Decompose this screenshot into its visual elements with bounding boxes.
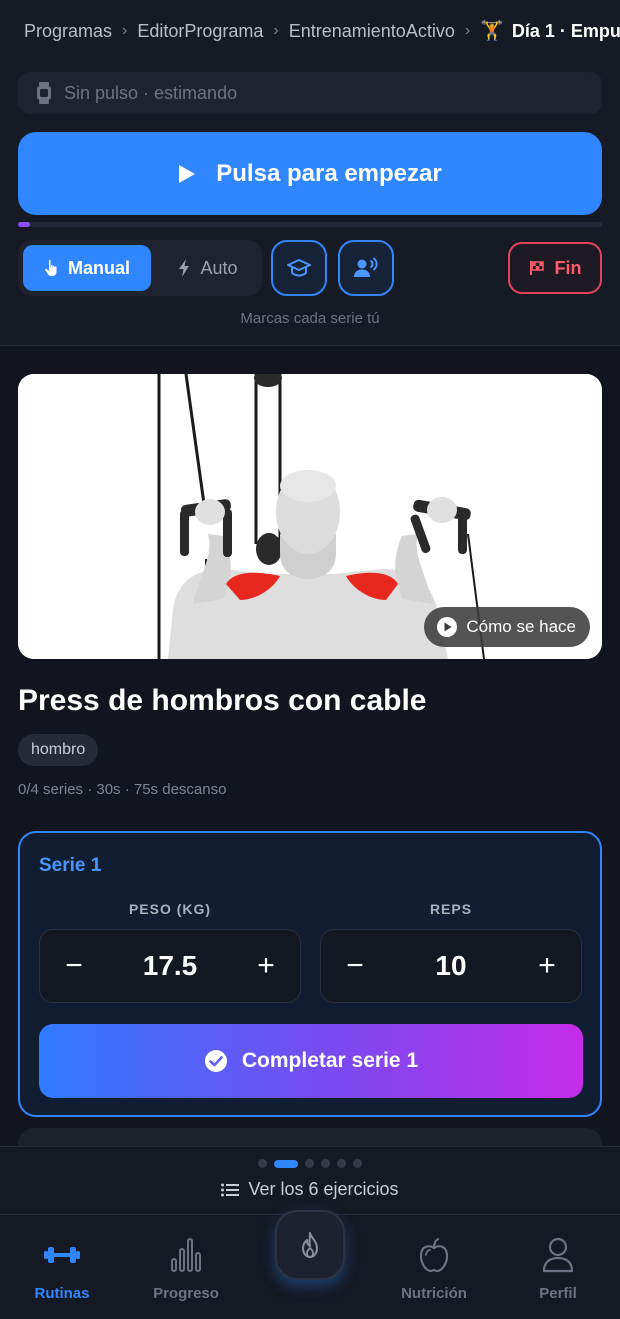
reps-label: REPS [429, 901, 473, 917]
weight-increment-button[interactable]: + [234, 930, 298, 1002]
checkered-flag-icon [529, 260, 545, 276]
play-icon [178, 164, 196, 184]
mode-hint: Marcas cada serie tú [240, 310, 380, 327]
breadcrumb-separator: › [122, 22, 128, 39]
reps-value[interactable]: 10 [385, 930, 517, 1002]
set-title: Serie 1 [39, 855, 102, 876]
mode-manual-button[interactable]: Manual [23, 245, 151, 291]
finish-label: Fin [554, 257, 582, 278]
tab-progreso[interactable]: Progreso [131, 1235, 241, 1302]
set-card: Serie 1 PESO (KG) REPS − 17.5 + − 10 + C… [18, 831, 602, 1117]
check-circle-icon [204, 1049, 228, 1073]
flame-icon [299, 1231, 321, 1259]
complete-set-button[interactable]: Completar serie 1 [39, 1024, 583, 1098]
reps-stepper: − 10 + [320, 929, 582, 1003]
exercise-pager-dots [0, 1159, 620, 1168]
see-all-label: Ver los 6 ejercicios [248, 1179, 399, 1199]
exercise-meta: 0/4 series · 30s · 75s descanso [18, 781, 227, 798]
tab-progreso-label: Progreso [153, 1285, 219, 1302]
weight-value[interactable]: 17.5 [104, 930, 236, 1002]
pager-dot[interactable] [353, 1159, 362, 1168]
how-to-label: Cómo se hace [466, 617, 576, 636]
bar-chart-icon [170, 1235, 202, 1275]
tab-perfil-label: Perfil [539, 1285, 577, 1302]
watch-icon [36, 82, 52, 104]
dumbbell-icon [43, 1235, 81, 1275]
weight-decrement-button[interactable]: − [42, 930, 106, 1002]
see-all-exercises-button[interactable]: Ver los 6 ejercicios [0, 1179, 620, 1200]
finish-workout-button[interactable]: Fin [508, 242, 602, 294]
weightlifter-icon: 🏋 [480, 21, 504, 42]
breadcrumb-item-entrenamiento[interactable]: EntrenamientoActivo [289, 21, 455, 42]
pager-dot[interactable] [321, 1159, 330, 1168]
reps-increment-button[interactable]: + [515, 930, 579, 1002]
breadcrumb-item-programas[interactable]: Programas [24, 21, 112, 42]
coach-tips-button[interactable] [271, 240, 327, 296]
breadcrumb-separator: › [273, 22, 279, 39]
exercise-navigation: Ver los 6 ejercicios [0, 1146, 620, 1214]
weight-stepper: − 17.5 + [39, 929, 301, 1003]
pager-dot[interactable] [305, 1159, 314, 1168]
user-icon [542, 1235, 574, 1275]
graduation-cap-icon [287, 258, 311, 278]
complete-set-label: Completar serie 1 [241, 1049, 419, 1072]
session-progress-fill [18, 222, 30, 227]
mode-auto-button[interactable]: Auto [158, 245, 258, 291]
breadcrumb-current: Día 1 · Empuje [511, 20, 620, 41]
weight-label: PESO (KG) [128, 901, 212, 917]
pager-dot[interactable] [258, 1159, 267, 1168]
pulse-status-text: Sin pulso · estimando [64, 82, 238, 103]
tab-nutricion[interactable]: Nutrición [379, 1235, 489, 1302]
tab-rutinas-label: Rutinas [34, 1285, 90, 1302]
mode-auto-label: Auto [200, 257, 238, 278]
mode-toggle: Manual Auto [18, 240, 262, 296]
mode-manual-label: Manual [67, 257, 130, 278]
muscle-tag: hombro [18, 734, 99, 766]
reps-decrement-button[interactable]: − [323, 930, 387, 1002]
lightning-icon [178, 259, 190, 277]
play-circle-icon [436, 616, 458, 638]
breadcrumb-item-editor[interactable]: EditorPrograma [137, 21, 263, 42]
how-to-button[interactable]: Cómo se hace [424, 607, 590, 647]
tab-perfil[interactable]: Perfil [503, 1235, 613, 1302]
center-action-button[interactable] [275, 1210, 345, 1280]
tap-hand-icon [44, 259, 58, 277]
voice-coach-button[interactable] [338, 240, 394, 296]
apple-icon [418, 1235, 450, 1275]
exercise-illustration: Cómo se hace [18, 374, 602, 659]
pager-dot-active[interactable] [274, 1159, 298, 1168]
tab-nutricion-label: Nutrición [401, 1285, 467, 1302]
session-progress-bar [18, 222, 602, 227]
start-button[interactable]: Pulsa para empezar [18, 132, 602, 215]
breadcrumb-separator: › [464, 22, 471, 39]
pager-dot[interactable] [337, 1159, 346, 1168]
bottom-tab-bar: Rutinas Progreso Nutrición Perfil [0, 1210, 620, 1319]
voice-speaker-icon [353, 257, 379, 279]
heart-rate-status: Sin pulso · estimando [18, 72, 602, 114]
list-icon [221, 1183, 240, 1197]
start-button-label: Pulsa para empezar [216, 159, 442, 187]
tab-rutinas[interactable]: Rutinas [7, 1235, 117, 1302]
exercise-title: Press de hombros con cable [18, 684, 427, 717]
breadcrumb: Programas › EditorPrograma › Entrenamien… [0, 0, 620, 62]
